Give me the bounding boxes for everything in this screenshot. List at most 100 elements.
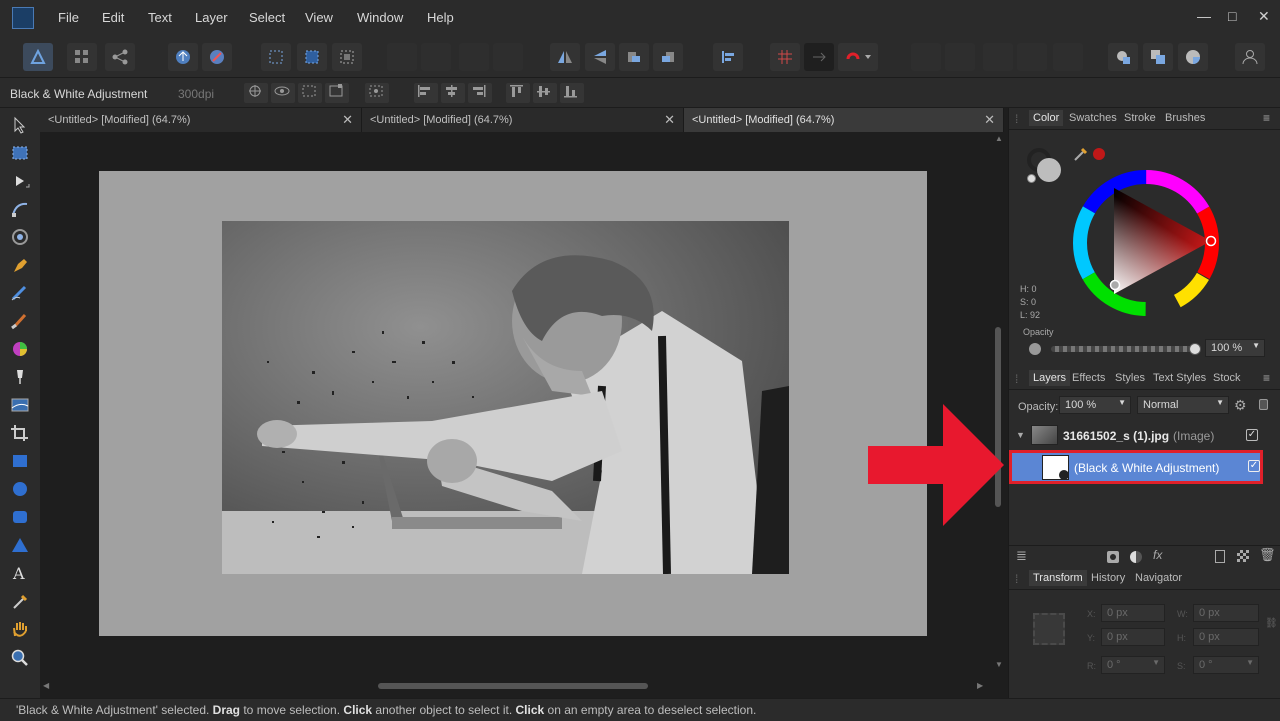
expand-layer-icon[interactable]: ▼ — [1016, 430, 1025, 440]
tab-navigator[interactable]: Navigator — [1135, 572, 1182, 584]
layer-visibility-checkbox[interactable]: ✓ — [1248, 460, 1260, 472]
eyedropper-tool-icon[interactable] — [8, 590, 32, 612]
opacity-input[interactable]: 100 % ▼ — [1205, 339, 1265, 357]
panel-menu-icon[interactable]: ≡ — [1263, 111, 1270, 125]
tab-effects[interactable]: Effects — [1072, 372, 1105, 384]
picked-color-swatch[interactable] — [1093, 148, 1105, 160]
align-right-icon[interactable] — [468, 83, 492, 103]
tab-color[interactable]: Color — [1029, 110, 1064, 126]
tab-swatches[interactable]: Swatches — [1069, 112, 1117, 124]
photo-persona-icon[interactable] — [23, 43, 53, 71]
y-input[interactable]: 0 px — [1101, 628, 1165, 646]
maximize-button[interactable]: □ — [1228, 8, 1236, 24]
pencil-tool-icon[interactable] — [8, 282, 32, 304]
link-aspect-icon[interactable]: ⛓ — [1265, 618, 1278, 629]
ellipse-tool-icon[interactable] — [8, 478, 32, 500]
photo-image[interactable] — [222, 221, 789, 574]
gradient-tool-icon[interactable] — [8, 394, 32, 416]
close-tab-icon[interactable]: ✕ — [984, 112, 995, 128]
tab-brushes[interactable]: Brushes — [1165, 112, 1205, 124]
scroll-down-icon[interactable]: ▼ — [995, 660, 1003, 669]
boolean-subtract-icon[interactable] — [945, 43, 975, 71]
minimize-button[interactable]: — — [1197, 8, 1211, 24]
menu-file[interactable]: File — [58, 10, 79, 25]
align-bottom-icon[interactable] — [560, 83, 584, 103]
tab-stock[interactable]: Stock — [1213, 372, 1241, 384]
layers-stack-icon[interactable]: ≣ — [1016, 548, 1027, 564]
tab-history[interactable]: History — [1091, 572, 1125, 584]
align-middle-icon[interactable] — [533, 83, 557, 103]
flip-vertical-icon[interactable] — [585, 43, 615, 71]
menu-select[interactable]: Select — [249, 10, 285, 25]
arrange-front-icon[interactable] — [493, 43, 523, 71]
tone-mapping-icon[interactable] — [202, 43, 232, 71]
crop-tool-icon[interactable] — [8, 422, 32, 444]
boolean-add-icon[interactable] — [911, 43, 941, 71]
insert-top-icon[interactable] — [1143, 43, 1173, 71]
horizontal-scroll-thumb[interactable] — [378, 683, 648, 689]
panel-grip-icon[interactable]: ⁞ — [1015, 372, 1018, 386]
tab-stroke[interactable]: Stroke — [1124, 112, 1156, 124]
scroll-up-icon[interactable]: ▲ — [995, 134, 1003, 143]
layer-row-black-white-adjustment[interactable]: (Black & White Adjustment) ✓ — [1009, 450, 1263, 484]
close-tab-icon[interactable]: ✕ — [664, 112, 675, 128]
align-center-icon[interactable] — [441, 83, 465, 103]
fill-tool-icon[interactable] — [8, 366, 32, 388]
scroll-right-icon[interactable]: ▶ — [977, 681, 983, 690]
transform-anchor-grid[interactable] — [1033, 613, 1065, 645]
fx-icon[interactable]: fx — [1153, 548, 1162, 562]
snap-to-pixel-icon[interactable] — [804, 43, 834, 71]
lock-icon[interactable] — [1259, 399, 1268, 410]
affinity-logo-icon[interactable] — [12, 7, 34, 29]
menu-text[interactable]: Text — [148, 10, 172, 25]
horizontal-scrollbar[interactable]: ◀ ▶ — [40, 679, 992, 693]
delete-layer-icon[interactable]: 🗑 — [1259, 547, 1276, 563]
eyedropper-icon[interactable] — [1073, 146, 1089, 165]
tab-styles[interactable]: Styles — [1115, 372, 1145, 384]
reset-transform-icon[interactable] — [365, 83, 389, 103]
align-left-icon[interactable] — [414, 83, 438, 103]
opacity-slider-track[interactable] — [1051, 346, 1196, 352]
layer-opacity-input[interactable]: 100 % ▼ — [1059, 396, 1131, 414]
tab-text-styles[interactable]: Text Styles — [1153, 372, 1206, 384]
opacity-slider-handle[interactable] — [1189, 343, 1201, 355]
shear-input[interactable]: 0 ° ▼ — [1193, 656, 1259, 674]
w-input[interactable]: 0 px — [1193, 604, 1259, 622]
text-tool-icon[interactable]: A — [8, 562, 32, 584]
pen-curve-tool-icon[interactable] — [8, 198, 32, 220]
adjustment-icon[interactable] — [1130, 551, 1142, 563]
menu-window[interactable]: Window — [357, 10, 403, 25]
mask-layer-icon[interactable] — [1107, 551, 1119, 563]
select-all-icon[interactable] — [297, 43, 327, 71]
align-icon[interactable] — [713, 43, 743, 71]
rectangle-tool-icon[interactable] — [8, 450, 32, 472]
layer-settings-gear-icon[interactable]: ⚙ — [1234, 397, 1247, 414]
scale-handles-icon[interactable] — [325, 83, 349, 103]
menu-view[interactable]: View — [305, 10, 333, 25]
triangle-tool-icon[interactable] — [8, 534, 32, 556]
h-input[interactable]: 0 px — [1193, 628, 1259, 646]
layer-row-image[interactable]: ▼ 31661502_s (1).jpg (Image) ✓ — [1009, 422, 1280, 450]
artboard-tool-icon[interactable] — [8, 142, 32, 164]
zoom-tool-icon[interactable] — [8, 646, 32, 668]
arrange-forward-icon[interactable] — [459, 43, 489, 71]
pen-tool-icon[interactable] — [8, 254, 32, 276]
rotate-left-icon[interactable] — [619, 43, 649, 71]
menu-help[interactable]: Help — [427, 10, 454, 25]
visibility-eye-icon[interactable] — [271, 83, 295, 103]
rotation-input[interactable]: 0 ° ▼ — [1101, 656, 1165, 674]
document-tab-1[interactable]: <Untitled> [Modified] (64.7%) ✕ — [40, 108, 362, 132]
move-handles-icon[interactable] — [298, 83, 322, 103]
fill-stroke-swatch[interactable] — [1027, 148, 1063, 184]
tab-transform[interactable]: Transform — [1029, 570, 1087, 586]
insert-inside-icon[interactable] — [1178, 43, 1208, 71]
panel-menu-icon[interactable]: ≡ — [1263, 371, 1270, 385]
menu-layer[interactable]: Layer — [195, 10, 228, 25]
close-window-button[interactable]: ✕ — [1258, 8, 1270, 25]
menu-edit[interactable]: Edit — [102, 10, 124, 25]
paint-brush-tool-icon[interactable] — [8, 310, 32, 332]
transform-origin-icon[interactable] — [244, 83, 268, 103]
share-icon[interactable] — [105, 43, 135, 71]
node-tool-icon[interactable] — [8, 170, 32, 192]
marquee-select-icon[interactable] — [261, 43, 291, 71]
